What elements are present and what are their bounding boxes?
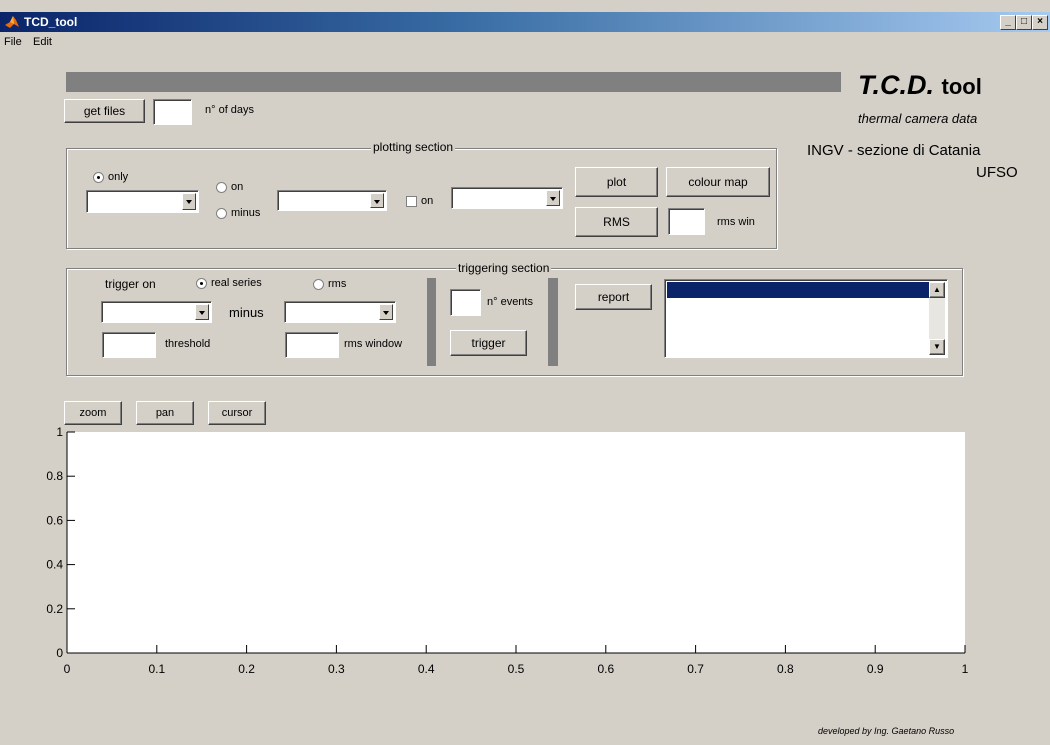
x-tick-label: 0 — [64, 662, 71, 676]
y-tick-label: 0.6 — [46, 513, 63, 527]
x-tick-label: 0.4 — [418, 662, 435, 676]
y-tick-label: 0.2 — [46, 602, 63, 616]
x-tick-label: 0.9 — [867, 662, 884, 676]
y-tick-label: 0.8 — [46, 469, 63, 483]
y-tick-label: 0.4 — [46, 558, 63, 572]
x-tick-label: 0.5 — [508, 662, 525, 676]
x-tick-label: 0.1 — [148, 662, 165, 676]
x-tick-label: 0.6 — [597, 662, 614, 676]
y-ticks: 0 0.2 0.4 0.6 0.8 1 — [46, 425, 75, 660]
x-ticks: 0 0.1 0.2 0.3 0.4 0.5 0.6 0.7 0.8 0.9 1 — [64, 645, 969, 676]
x-tick-label: 1 — [962, 662, 969, 676]
x-tick-label: 0.2 — [238, 662, 255, 676]
x-tick-label: 0.8 — [777, 662, 794, 676]
y-tick-label: 0 — [56, 646, 63, 660]
x-tick-label: 0.3 — [328, 662, 345, 676]
footer-credit: developed by Ing. Gaetano Russo — [818, 726, 955, 736]
y-tick-label: 1 — [56, 425, 63, 439]
x-tick-label: 0.7 — [687, 662, 704, 676]
axes: 0 0.1 0.2 0.3 0.4 0.5 0.6 0.7 0.8 0.9 1 0 0.2 0.4 0.6… — [46, 425, 969, 676]
